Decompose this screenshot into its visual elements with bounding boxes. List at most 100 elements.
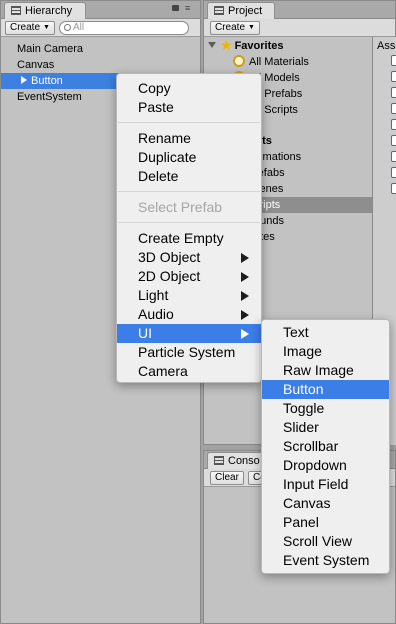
menu-item-label: Light bbox=[138, 287, 169, 303]
menu-item-label: Audio bbox=[138, 306, 174, 322]
menu-item-paste[interactable]: Paste bbox=[117, 98, 261, 117]
favorite-item[interactable]: All Materials bbox=[233, 54, 309, 70]
script-file-icon[interactable] bbox=[391, 71, 396, 82]
submenu-item-label: Scrollbar bbox=[283, 438, 339, 454]
dropdown-arrow-icon: ▼ bbox=[248, 24, 255, 31]
script-file-icon[interactable] bbox=[391, 55, 396, 66]
script-file-icon[interactable] bbox=[391, 87, 396, 98]
menu-item-label: 2D Object bbox=[138, 268, 201, 284]
menu-item-label: Delete bbox=[138, 168, 179, 184]
submenu-item-text[interactable]: Text bbox=[262, 323, 389, 342]
project-create-button[interactable]: Create ▼ bbox=[210, 21, 260, 35]
console-clear-button[interactable]: Clear bbox=[210, 471, 244, 485]
menu-item-label: Particle System bbox=[138, 344, 236, 360]
submenu-item-input-field[interactable]: Input Field bbox=[262, 475, 389, 494]
menu-item-ui[interactable]: UI bbox=[117, 324, 261, 343]
submenu-arrow-icon bbox=[241, 329, 249, 339]
submenu-item-image[interactable]: Image bbox=[262, 342, 389, 361]
menu-item-label: 3D Object bbox=[138, 249, 201, 265]
menu-item-3d-object[interactable]: 3D Object bbox=[117, 248, 261, 267]
menu-item-label: UI bbox=[138, 325, 152, 341]
submenu-item-scrollbar[interactable]: Scrollbar bbox=[262, 437, 389, 456]
hierarchy-item-canvas[interactable]: Canvas bbox=[1, 57, 200, 73]
submenu-item-label: Image bbox=[283, 343, 322, 359]
menu-separator bbox=[118, 222, 260, 223]
collapse-arrow-icon[interactable] bbox=[208, 42, 216, 48]
menu-item-select-prefab: Select Prefab bbox=[117, 198, 261, 217]
menu-separator bbox=[118, 122, 260, 123]
submenu-item-label: Button bbox=[283, 381, 324, 397]
submenu-item-label: Dropdown bbox=[283, 457, 347, 473]
hierarchy-toolbar: Create ▼ All bbox=[1, 19, 200, 37]
script-file-icon[interactable] bbox=[391, 167, 396, 178]
tab-hierarchy[interactable]: Hierarchy bbox=[4, 2, 86, 19]
menu-item-copy[interactable]: Copy bbox=[117, 79, 261, 98]
submenu-item-label: Panel bbox=[283, 514, 319, 530]
submenu-item-toggle[interactable]: Toggle bbox=[262, 399, 389, 418]
hierarchy-item-label: EventSystem bbox=[17, 91, 82, 103]
script-file-icon[interactable] bbox=[391, 151, 396, 162]
dropdown-arrow-icon: ▼ bbox=[43, 24, 50, 31]
script-file-icon[interactable] bbox=[391, 135, 396, 146]
submenu-item-slider[interactable]: Slider bbox=[262, 418, 389, 437]
submenu-item-panel[interactable]: Panel bbox=[262, 513, 389, 532]
project-tabbar: Project bbox=[204, 1, 395, 19]
hierarchy-item-main-camera[interactable]: Main Camera bbox=[1, 41, 200, 57]
submenu-item-raw-image[interactable]: Raw Image bbox=[262, 361, 389, 380]
submenu-item-label: Canvas bbox=[283, 495, 331, 511]
hierarchy-search-input[interactable]: All bbox=[59, 21, 189, 35]
panel-menu-icon[interactable]: ≡ bbox=[185, 4, 190, 13]
submenu-item-label: Scroll View bbox=[283, 533, 352, 549]
script-file-icon[interactable] bbox=[391, 103, 396, 114]
submenu-item-event-system[interactable]: Event System bbox=[262, 551, 389, 570]
script-file-icon[interactable] bbox=[391, 119, 396, 130]
menu-item-light[interactable]: Light bbox=[117, 286, 261, 305]
menu-item-camera[interactable]: Camera bbox=[117, 362, 261, 381]
menu-item-rename[interactable]: Rename bbox=[117, 129, 261, 148]
lock-icon[interactable] bbox=[172, 5, 179, 11]
hierarchy-create-button[interactable]: Create ▼ bbox=[5, 21, 55, 35]
submenu-arrow-icon bbox=[241, 272, 249, 282]
project-create-label: Create bbox=[215, 22, 246, 33]
ui-submenu: Text Image Raw Image Button Toggle Slide… bbox=[261, 319, 390, 574]
submenu-arrow-icon bbox=[241, 310, 249, 320]
submenu-item-scroll-view[interactable]: Scroll View bbox=[262, 532, 389, 551]
menu-item-label: Paste bbox=[138, 99, 174, 115]
submenu-item-button[interactable]: Button bbox=[262, 380, 389, 399]
submenu-item-dropdown[interactable]: Dropdown bbox=[262, 456, 389, 475]
hierarchy-create-label: Create bbox=[10, 22, 41, 33]
hierarchy-item-label: Canvas bbox=[17, 59, 55, 71]
submenu-item-label: Raw Image bbox=[283, 362, 354, 378]
hierarchy-item-label: Main Camera bbox=[17, 43, 84, 55]
menu-item-duplicate[interactable]: Duplicate bbox=[117, 148, 261, 167]
menu-item-2d-object[interactable]: 2D Object bbox=[117, 267, 261, 286]
favorites-header[interactable]: ★ Favorites bbox=[208, 38, 283, 54]
submenu-item-canvas[interactable]: Canvas bbox=[262, 494, 389, 513]
menu-separator bbox=[118, 191, 260, 192]
expand-arrow-icon[interactable] bbox=[21, 76, 27, 84]
asset-column-header: Ass bbox=[377, 40, 396, 52]
submenu-arrow-icon bbox=[241, 253, 249, 263]
hierarchy-search-placeholder: All bbox=[73, 22, 85, 33]
submenu-item-label: Slider bbox=[283, 419, 319, 435]
menu-item-audio[interactable]: Audio bbox=[117, 305, 261, 324]
tab-project[interactable]: Project bbox=[207, 2, 275, 19]
script-file-icon[interactable] bbox=[391, 183, 396, 194]
folder-list-icon bbox=[214, 6, 224, 15]
submenu-item-label: Input Field bbox=[283, 476, 349, 492]
submenu-arrow-icon bbox=[241, 291, 249, 301]
project-toolbar: Create ▼ bbox=[204, 19, 395, 37]
menu-item-particle-system[interactable]: Particle System bbox=[117, 343, 261, 362]
saved-search-icon bbox=[233, 55, 245, 67]
menu-item-label: Duplicate bbox=[138, 149, 197, 165]
menu-item-delete[interactable]: Delete bbox=[117, 167, 261, 186]
tab-project-label: Project bbox=[228, 5, 263, 17]
menu-item-create-empty[interactable]: Create Empty bbox=[117, 229, 261, 248]
menu-item-label: Copy bbox=[138, 80, 171, 96]
menu-item-label: Select Prefab bbox=[138, 199, 223, 215]
tab-hierarchy-label: Hierarchy bbox=[25, 5, 73, 17]
search-icon bbox=[64, 24, 71, 31]
console-clear-label: Clear bbox=[215, 472, 239, 483]
context-menu: Copy Paste Rename Duplicate Delete Selec… bbox=[116, 73, 262, 383]
submenu-item-label: Event System bbox=[283, 552, 370, 568]
